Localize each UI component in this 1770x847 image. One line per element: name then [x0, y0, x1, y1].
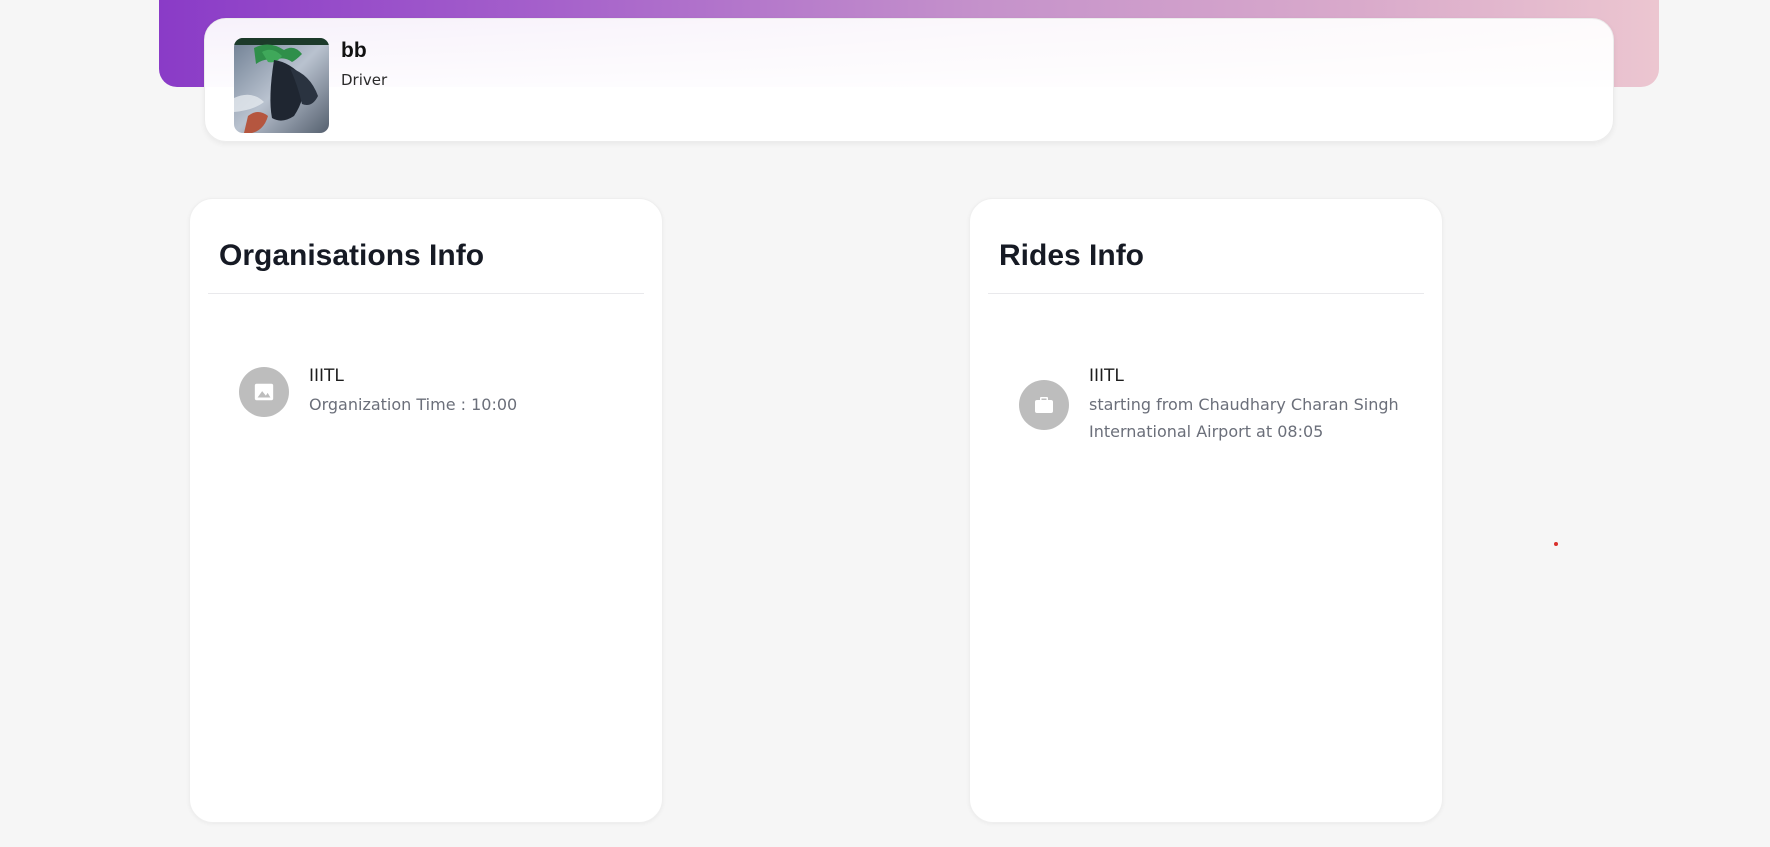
- profile-card: bb Driver: [204, 18, 1614, 142]
- organisations-card: Organisations Info IIITL Organization Ti…: [189, 198, 663, 823]
- rides-title: Rides Info: [999, 239, 1145, 272]
- ride-name: IIITL: [1089, 366, 1124, 386]
- rides-card: Rides Info IIITL starting from Chaudhary…: [969, 198, 1443, 823]
- organisation-item-text: IIITL Organization Time : 10:00: [309, 364, 642, 418]
- ride-item-text: IIITL starting from Chaudhary Charan Sin…: [1089, 364, 1422, 445]
- profile-name: bb: [341, 39, 367, 62]
- ride-details: starting from Chaudhary Charan Singh Int…: [1089, 395, 1399, 441]
- avatar[interactable]: [234, 38, 329, 133]
- image-icon: [239, 367, 289, 417]
- organisation-time: Organization Time : 10:00: [309, 395, 518, 414]
- organisation-name: IIITL: [309, 366, 344, 386]
- organisations-title: Organisations Info: [219, 239, 485, 272]
- page: bb Driver Organisations Info IIITL Organ…: [0, 0, 1770, 847]
- card-divider: [988, 293, 1424, 294]
- briefcase-icon: [1019, 380, 1069, 430]
- card-divider: [208, 293, 644, 294]
- avatar-image: [234, 38, 329, 133]
- cursor-dot: [1554, 542, 1558, 546]
- profile-role: Driver: [341, 71, 388, 89]
